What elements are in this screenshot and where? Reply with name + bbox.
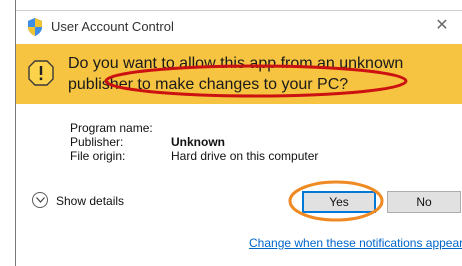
uac-dialog: User Account Control ✕ Do you want to al…: [16, 10, 462, 254]
file-origin-value: Hard drive on this computer: [171, 149, 319, 163]
no-button[interactable]: No: [387, 191, 461, 213]
notifications-settings-link[interactable]: Change when these notifications appear: [249, 236, 462, 250]
question-line-2: publisher to make changes to your PC?: [68, 76, 349, 93]
program-name-label: Program name:: [70, 121, 153, 135]
title-bar: User Account Control ✕: [16, 11, 462, 43]
prompt-question: Do you want to allow this app from an un…: [68, 53, 448, 95]
file-origin-label: File origin:: [70, 149, 126, 163]
publisher-value: Unknown: [171, 135, 225, 149]
question-line-1: Do you want to allow this app from an un…: [68, 55, 404, 72]
warning-banner: Do you want to allow this app from an un…: [16, 44, 462, 104]
window-title: User Account Control: [51, 19, 174, 34]
yes-button[interactable]: Yes: [302, 191, 376, 213]
warning-icon: [28, 60, 54, 86]
publisher-label: Publisher:: [70, 135, 124, 149]
shield-icon: [26, 17, 44, 37]
close-icon[interactable]: ✕: [430, 15, 454, 37]
show-details-label[interactable]: Show details: [56, 194, 124, 208]
chevron-down-icon[interactable]: [32, 192, 48, 208]
